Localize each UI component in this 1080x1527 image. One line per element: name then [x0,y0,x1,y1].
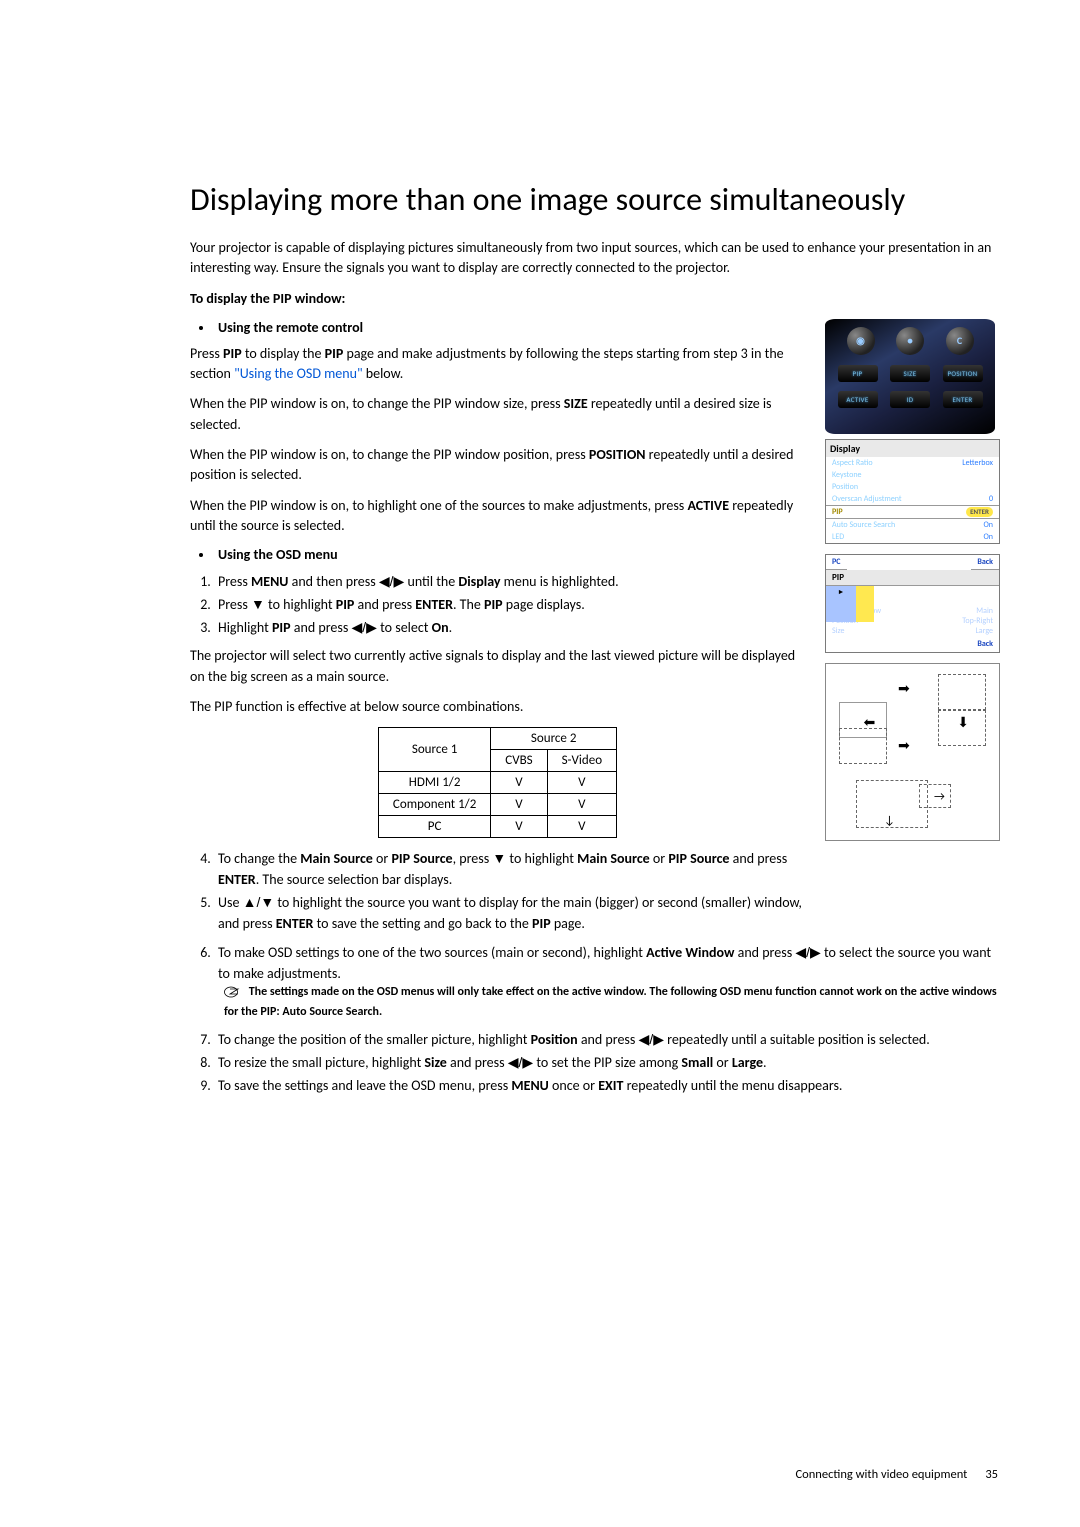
remote-btn-pip: PIP [838,365,878,382]
step-5: Use ▲/▼ to highlight the source you want… [214,892,805,934]
para-active: When the PIP window is on, to highlight … [190,496,805,537]
arrow-right-icon: ➡ [898,680,910,697]
remote-btn-id: ID [890,391,930,408]
page-title: Displaying more than one image source si… [190,180,1000,220]
osd-pip-menu: PCBack PIP PIP◄► Main Source PIP Source … [825,554,1000,653]
arrow-right-icon: → [934,790,945,804]
remote-ring: C [946,327,974,355]
step-2: Press ▼ to highlight PIP and press ENTER… [214,594,805,615]
step-3: Highlight PIP and press ◀/▶ to select On… [214,617,805,638]
bullet-remote: Using the remote control [214,319,805,336]
remote-ring: ● [896,327,924,355]
remote-btn-enter: ENTER [943,391,983,408]
step-6: To make OSD settings to one of the two s… [214,942,1000,1021]
para-size: When the PIP window is on, to change the… [190,394,805,435]
osd-display-menu: Display Aspect RatioLetterbox Keystone P… [825,439,1000,544]
page-footer: Connecting with video equipment35 [0,1467,1080,1482]
remote-btn-active: ACTIVE [838,391,878,408]
step-8: To resize the small picture, highlight S… [214,1052,1000,1073]
remote-btn-position: POSITION [943,365,983,382]
remote-ring: ◉ [847,327,875,355]
source-comb-table: Source 1Source 2 CVBSS-Video HDMI 1/2VV … [378,727,617,838]
remote-illustration: ◉ ● C PIP SIZE POSITION ACTIVE ID ENTER [825,319,995,434]
position-diagram: ➡ ⬆ ⬇ ⬅ → ↓ [825,663,1000,841]
step-7: To change the position of the smaller pi… [214,1029,1000,1050]
para-after-steps: The projector will select two currently … [190,646,805,687]
para-pip-effective: The PIP function is effective at below s… [190,697,805,717]
step-4: To change the Main Source or PIP Source,… [214,848,805,890]
bullet-osd: Using the OSD menu [214,546,805,563]
to-display-header: To display the PIP window: [190,289,1000,309]
para-press-pip: Press PIP to display the PIP page and ma… [190,344,805,385]
link-osd-menu[interactable]: "Using the OSD menu" [234,365,363,382]
remote-btn-size: SIZE [890,365,930,382]
arrow-down-icon: ⬇ [957,714,969,731]
step-9: To save the settings and leave the OSD m… [214,1075,1000,1096]
para-position: When the PIP window is on, to change the… [190,445,805,486]
intro-paragraph: Your projector is capable of displaying … [190,238,1000,279]
arrow-left-icon: ⬅ [898,737,910,754]
step-1: Press MENU and then press ◀/▶ until the … [214,571,805,592]
arrow-down-icon: ↓ [884,814,895,828]
arrow-up-icon: ⬆ [861,717,878,729]
note-icon [224,986,242,1004]
note-osd-active: The settings made on the OSD menus will … [224,984,1000,1021]
